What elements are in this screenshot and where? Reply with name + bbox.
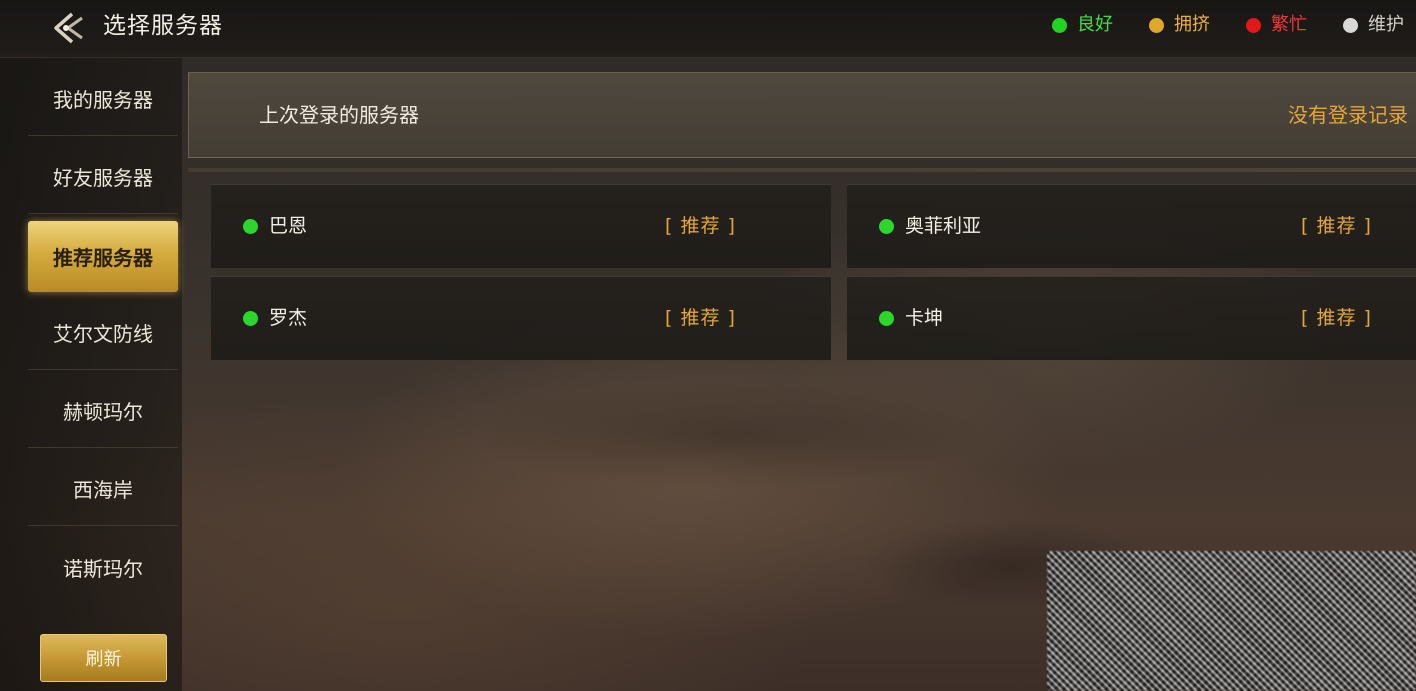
header-bar: 选择服务器 良好 拥挤 繁忙 维护 (0, 0, 1416, 58)
server-card[interactable]: 罗杰 [ 推荐 ] (211, 276, 831, 360)
server-region-sidebar: 我的服务器 好友服务器 推荐服务器 艾尔文防线 赫顿玛尔 西海岸 诺斯玛尔 刷新 (0, 58, 182, 691)
background-cloud (470, 380, 990, 490)
status-legend: 良好 拥挤 繁忙 维护 (1052, 12, 1404, 38)
legend-item-crowded: 拥挤 (1149, 12, 1210, 38)
server-name: 奥菲利亚 (905, 215, 982, 237)
server-card[interactable]: 卡坤 [ 推荐 ] (847, 276, 1416, 360)
last-login-panel: 上次登录的服务器 没有登录记录 (188, 72, 1416, 158)
server-card[interactable]: 奥菲利亚 [ 推荐 ] (847, 184, 1416, 268)
legend-label: 拥挤 (1174, 14, 1210, 35)
status-dot-icon (243, 311, 258, 326)
no-login-record-text: 没有登录记录 (1288, 103, 1408, 127)
obscured-overlay (1047, 551, 1416, 691)
recommended-tag: [ 推荐 ] (665, 307, 736, 329)
status-dot-icon (1343, 17, 1358, 33)
server-card[interactable]: 巴恩 [ 推荐 ] (211, 184, 831, 268)
status-dot-icon (1246, 17, 1261, 33)
back-button[interactable] (48, 8, 92, 48)
divider (188, 168, 1416, 172)
status-dot-icon (879, 311, 894, 326)
status-dot-icon (243, 219, 258, 234)
tab-friend-servers[interactable]: 好友服务器 (28, 140, 178, 214)
server-name: 罗杰 (269, 307, 308, 329)
legend-label: 良好 (1077, 14, 1113, 35)
recommended-tag: [ 推荐 ] (1301, 215, 1372, 237)
tab-region-hendon-myre[interactable]: 赫顿玛尔 (28, 374, 178, 448)
tab-region-elvin-line[interactable]: 艾尔文防线 (28, 296, 178, 370)
legend-label: 繁忙 (1271, 14, 1307, 35)
status-dot-icon (1052, 17, 1067, 33)
back-arrow-icon (54, 12, 83, 44)
page-title: 选择服务器 (103, 13, 223, 39)
recommended-tag: [ 推荐 ] (665, 215, 736, 237)
recommended-tag: [ 推荐 ] (1301, 307, 1372, 329)
tab-region-norsmar[interactable]: 诺斯玛尔 (28, 530, 178, 604)
status-dot-icon (1149, 17, 1164, 33)
tab-region-west-coast[interactable]: 西海岸 (28, 452, 178, 526)
legend-item-busy: 繁忙 (1246, 12, 1307, 38)
legend-label: 维护 (1368, 14, 1404, 35)
refresh-button[interactable]: 刷新 (40, 634, 167, 682)
status-dot-icon (879, 219, 894, 234)
server-name: 卡坤 (905, 307, 944, 329)
server-name: 巴恩 (269, 215, 308, 237)
tab-my-servers[interactable]: 我的服务器 (28, 62, 178, 136)
tab-recommended-servers[interactable]: 推荐服务器 (28, 221, 178, 292)
legend-item-maintenance: 维护 (1343, 12, 1404, 38)
legend-item-good: 良好 (1052, 12, 1113, 38)
last-login-title: 上次登录的服务器 (259, 103, 419, 127)
